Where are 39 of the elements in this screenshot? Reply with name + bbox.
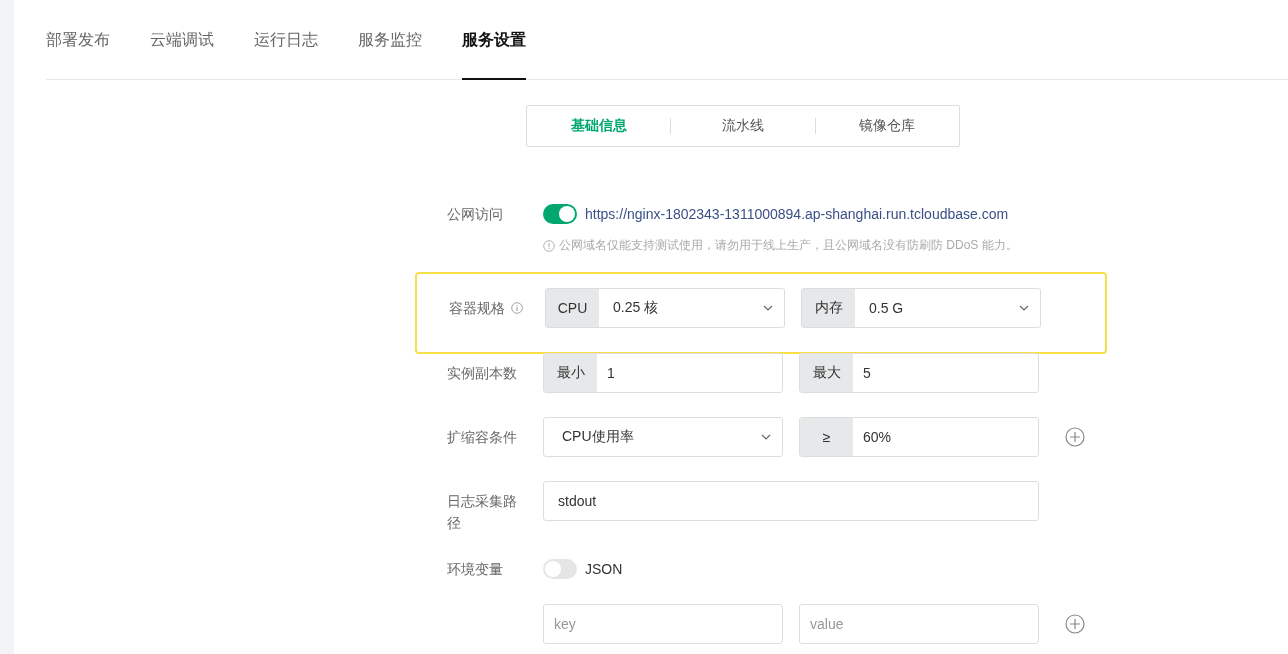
input-field[interactable]: key (544, 605, 782, 643)
tab[interactable]: 服务设置 (462, 0, 526, 80)
input-field[interactable]: 1 (597, 354, 782, 392)
field-prefix: 内存 (802, 289, 855, 327)
tab[interactable]: 服务监控 (358, 0, 422, 80)
field-prefix: 最小 (544, 354, 597, 392)
field-label: 环境变量 (447, 560, 503, 579)
switch-label: JSON (585, 561, 623, 577)
segment-tab[interactable]: 流水线 (671, 117, 815, 135)
add-icon[interactable] (1065, 614, 1085, 634)
dropdown[interactable]: CPU 0.25 核 (545, 288, 785, 328)
segment-tab[interactable]: 镜像仓库 (815, 117, 959, 135)
field-prefix: ≥ (800, 418, 853, 456)
input-field[interactable]: 60% (853, 418, 1038, 456)
input-group[interactable]: ≥ 60% (799, 417, 1039, 457)
field-label: 实例副本数 (447, 364, 517, 383)
toggle-switch[interactable] (543, 559, 577, 579)
input-field[interactable]: stdout (544, 482, 1038, 520)
hint-text: 公网域名仅能支持测试使用，请勿用于线上生产，且公网域名没有防刷防 DDoS 能力。 (559, 237, 1018, 254)
input-field[interactable]: value (800, 605, 1038, 643)
tab[interactable]: 部署发布 (46, 0, 110, 80)
warning-icon (543, 239, 555, 252)
input-field[interactable]: 5 (853, 354, 1038, 392)
info-icon[interactable] (511, 302, 523, 314)
dropdown[interactable]: 内存 0.5 G (801, 288, 1041, 328)
field-label: 公网访问 (447, 205, 503, 224)
tab[interactable]: 云端调试 (150, 0, 214, 80)
tab[interactable]: 运行日志 (254, 0, 318, 80)
input-group[interactable]: 最小 1 (543, 353, 783, 393)
field-prefix: 最大 (800, 354, 853, 392)
field-label: 日志采集路径 (447, 492, 518, 533)
url-link[interactable]: https://nginx-1802343-1311000894.ap-shanghai.run.tcloudbase.com (585, 206, 1009, 222)
field-label: 容器规格 (449, 299, 505, 318)
toggle-switch[interactable] (543, 204, 577, 224)
add-icon[interactable] (1065, 427, 1085, 447)
field-label: 扩缩容条件 (447, 428, 517, 447)
field-prefix: CPU (546, 289, 599, 327)
dropdown[interactable]: CPU使用率 (543, 417, 783, 457)
input-group[interactable]: 最大 5 (799, 353, 1039, 393)
